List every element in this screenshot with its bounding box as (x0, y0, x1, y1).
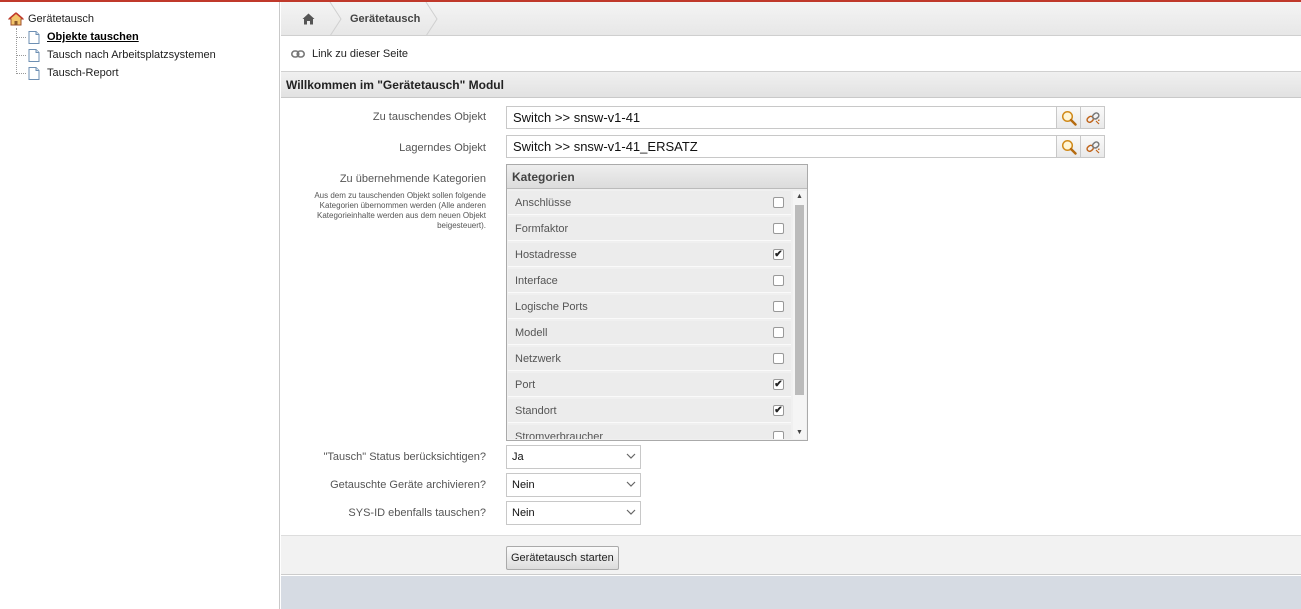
broken-link-icon (1085, 140, 1100, 153)
category-checkbox[interactable] (773, 301, 784, 312)
button-bar: Gerätetausch starten (281, 535, 1301, 575)
category-label: Logische Ports (515, 300, 588, 313)
category-row[interactable]: Anschlüsse (508, 191, 791, 215)
breadcrumb: Gerätetausch (281, 2, 1301, 36)
breadcrumb-current[interactable]: Gerätetausch (350, 2, 420, 36)
category-label: Port (515, 378, 536, 391)
categories-description: Aus dem zu tauschenden Objekt sollen fol… (314, 191, 486, 230)
tree-item-label: Tausch nach Arbeitsplatzsystemen (47, 49, 216, 61)
tree-item-objekte-tauschen[interactable]: Objekte tauschen (16, 28, 139, 46)
link-row: Link zu dieser Seite (281, 37, 1301, 72)
archive-value: Nein (512, 479, 535, 491)
scroll-up-arrow-icon[interactable]: ▲ (793, 191, 806, 203)
swap-status-value: Ja (512, 451, 524, 463)
chain-link-icon (291, 50, 305, 58)
swap-object-field[interactable]: Switch >> snsw-v1-41 (506, 106, 1057, 129)
swap-status-label: "Tausch" Status berücksichtigen? (323, 451, 486, 463)
checkmark-icon: ✔ (774, 249, 783, 260)
category-checkbox[interactable] (773, 327, 784, 338)
tree-item-label: Tausch-Report (47, 67, 119, 79)
tree-root[interactable]: Gerätetausch (8, 12, 94, 26)
category-row[interactable]: Standort ✔ (508, 399, 791, 423)
category-checkbox[interactable] (773, 431, 784, 439)
magnifier-icon (1061, 139, 1077, 155)
navigation-tree: Gerätetausch Objekte tauschen Tausch nac… (0, 2, 280, 609)
category-row[interactable]: Port ✔ (508, 373, 791, 397)
category-row[interactable]: Hostadresse ✔ (508, 243, 791, 267)
tree-item-label: Objekte tauschen (47, 31, 139, 43)
swap-object-search-button[interactable] (1056, 106, 1081, 129)
archive-select[interactable]: Nein (506, 473, 641, 497)
swap-status-select[interactable]: Ja (506, 445, 641, 469)
home-icon (302, 13, 314, 25)
category-row[interactable]: Logische Ports (508, 295, 791, 319)
document-icon (28, 66, 40, 80)
category-label: Interface (515, 274, 558, 287)
swap-object-detach-button[interactable] (1080, 106, 1105, 129)
tree-item-tausch-nach-arbeitsplatzsystemen[interactable]: Tausch nach Arbeitsplatzsystemen (16, 46, 216, 64)
categories-list-box: Kategorien Anschlüsse Formfaktor Hostadres… (506, 164, 808, 441)
checkmark-icon: ✔ (774, 379, 783, 390)
archive-label: Getauschte Geräte archivieren? (330, 479, 486, 491)
stock-object-label: Lagerndes Objekt (399, 142, 486, 154)
stock-object-field[interactable]: Switch >> snsw-v1-41_ERSATZ (506, 135, 1057, 158)
chevron-down-icon (626, 481, 636, 487)
category-row[interactable]: Interface (508, 269, 791, 293)
category-label: Netzwerk (515, 352, 561, 365)
breadcrumb-home[interactable] (281, 2, 335, 36)
document-icon (28, 30, 40, 44)
category-label: Hostadresse (515, 248, 577, 261)
start-swap-button[interactable]: Gerätetausch starten (506, 546, 619, 570)
magnifier-icon (1061, 110, 1077, 126)
scroll-down-arrow-icon[interactable]: ▼ (793, 427, 806, 439)
categories-list: Anschlüsse Formfaktor Hostadresse ✔ Interfac… (508, 191, 791, 439)
category-row[interactable]: Stromverbraucher (508, 425, 791, 439)
category-label: Standort (515, 404, 557, 417)
category-row[interactable]: Formfaktor (508, 217, 791, 241)
tree-item-tausch-report[interactable]: Tausch-Report (16, 64, 119, 82)
breadcrumb-separator (425, 2, 438, 36)
home-icon (8, 12, 24, 26)
checkmark-icon: ✔ (774, 405, 783, 416)
swap-object-label: Zu tauschendes Objekt (372, 111, 486, 123)
stock-object-search-button[interactable] (1056, 135, 1081, 158)
document-icon (28, 48, 40, 62)
sysid-label: SYS-ID ebenfalls tauschen? (348, 507, 486, 519)
sysid-select[interactable]: Nein (506, 501, 641, 525)
category-checkbox[interactable] (773, 197, 784, 208)
breadcrumb-separator (329, 2, 342, 36)
chevron-down-icon (626, 509, 636, 515)
category-label: Anschlüsse (515, 196, 572, 209)
category-checkbox[interactable]: ✔ (773, 379, 784, 390)
category-row[interactable]: Modell (508, 321, 791, 345)
category-checkbox[interactable]: ✔ (773, 405, 784, 416)
module-header: Willkommen im "Gerätetausch" Modul (281, 72, 1301, 98)
category-label: Stromverbraucher (515, 430, 604, 440)
category-label: Modell (515, 326, 548, 339)
tree-root-label: Gerätetausch (28, 13, 95, 25)
scrollbar-thumb[interactable] (795, 205, 804, 395)
category-checkbox[interactable]: ✔ (773, 249, 784, 260)
chevron-down-icon (626, 453, 636, 459)
category-checkbox[interactable] (773, 275, 784, 286)
page-link[interactable]: Link zu dieser Seite (312, 48, 408, 60)
categories-scrollbar[interactable]: ▲ ▼ (793, 191, 806, 439)
sysid-value: Nein (512, 507, 535, 519)
category-row[interactable]: Netzwerk (508, 347, 791, 371)
category-checkbox[interactable] (773, 223, 784, 234)
category-checkbox[interactable] (773, 353, 784, 364)
category-label: Formfaktor (515, 222, 569, 235)
form-area: Zu tauschendes Objekt Switch >> snsw-v1-… (281, 98, 1301, 575)
categories-label: Zu übernehmende Kategorien (339, 173, 486, 185)
categories-header: Kategorien (507, 165, 807, 189)
footer-area (281, 576, 1301, 609)
broken-link-icon (1085, 111, 1100, 124)
stock-object-detach-button[interactable] (1080, 135, 1105, 158)
